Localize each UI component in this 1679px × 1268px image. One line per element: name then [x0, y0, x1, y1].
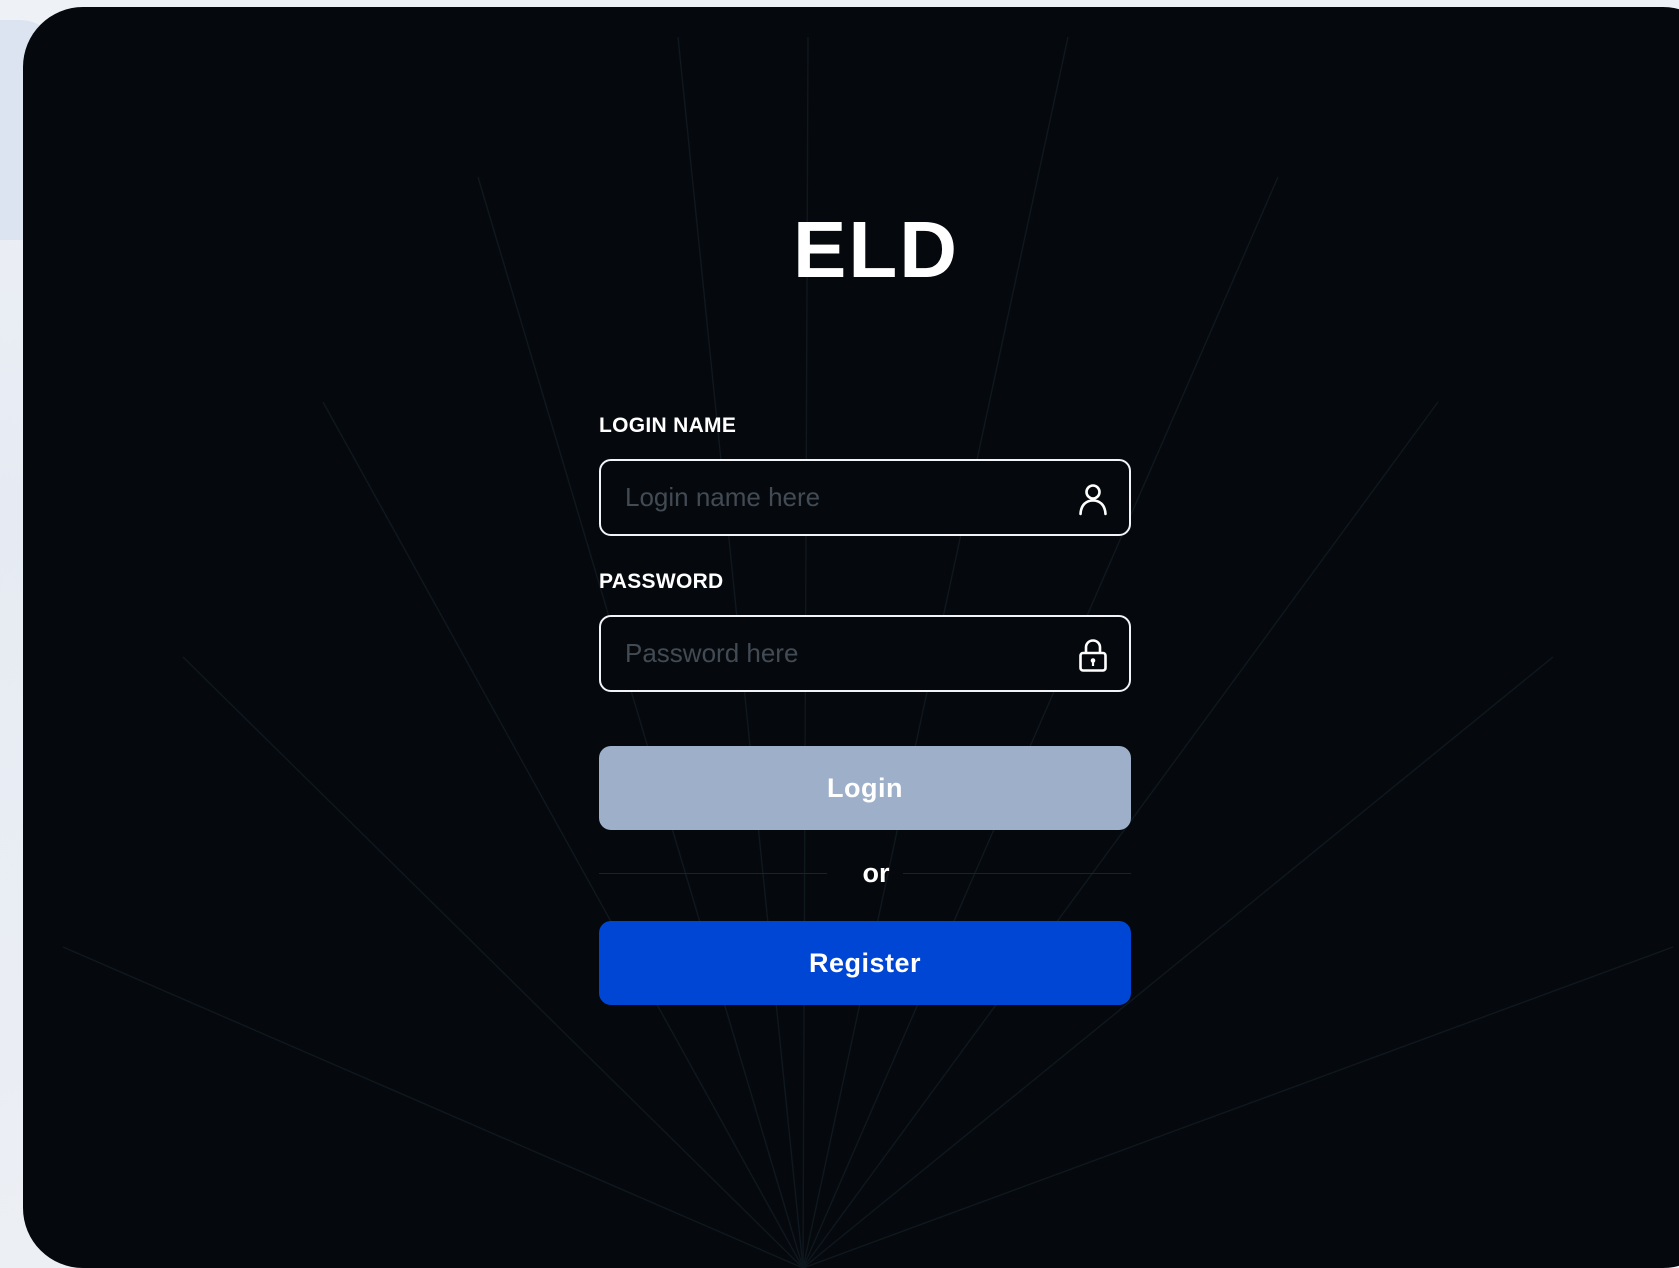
login-name-label: LOGIN NAME — [599, 414, 737, 437]
password-field[interactable] — [599, 615, 1131, 692]
login-name-field[interactable] — [599, 459, 1131, 536]
lock-icon — [1079, 639, 1107, 672]
login-name-input[interactable] — [625, 461, 1055, 534]
login-button[interactable]: Login — [599, 746, 1131, 830]
password-label: PASSWORD — [599, 570, 724, 593]
divider-line-right — [903, 873, 1131, 874]
login-card: ELD LOGIN NAME PASSWORD Login or Registe… — [23, 7, 1679, 1268]
password-input[interactable] — [625, 617, 1055, 690]
register-button[interactable]: Register — [599, 921, 1131, 1005]
or-divider: or — [862, 858, 890, 888]
app-title: ELD — [793, 205, 959, 294]
user-icon — [1079, 484, 1107, 516]
